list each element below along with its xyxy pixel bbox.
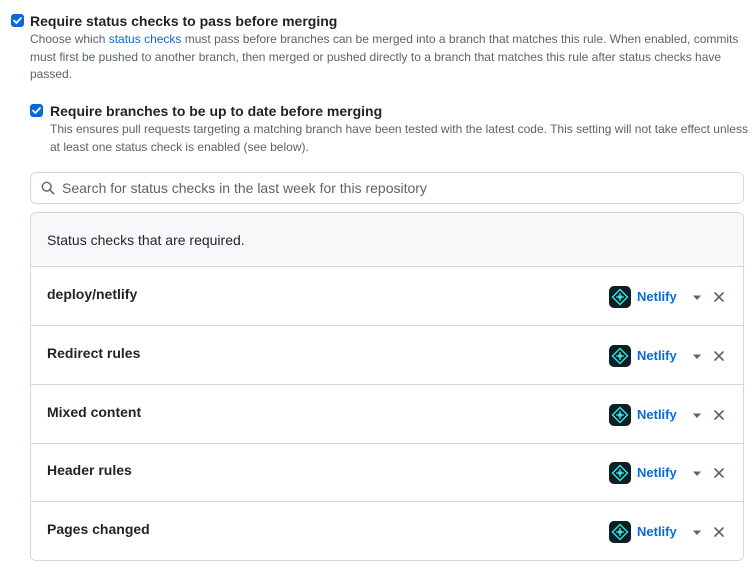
netlify-logo-icon: [609, 462, 631, 484]
check-name: Mixed content: [47, 404, 142, 420]
check-name: deploy/netlify: [47, 286, 138, 302]
netlify-logo-icon: [609, 345, 631, 367]
close-icon[interactable]: [712, 349, 726, 363]
required-checks-header-text: Status checks that are required.: [47, 232, 245, 248]
required-check-row: deploy/netlify Netlify: [31, 267, 743, 326]
search-icon: [41, 181, 55, 195]
require-up-to-date-title: Require branches to be up to date before…: [50, 103, 383, 119]
require-status-checks-title: Require status checks to pass before mer…: [30, 13, 338, 29]
checkmark-icon: [32, 107, 41, 114]
required-check-row: Mixed content Netlify: [31, 385, 743, 444]
check-name: Pages changed: [47, 521, 150, 537]
provider-name: Netlify: [637, 407, 677, 422]
required-checks-list: Status checks that are required. deploy/…: [30, 212, 744, 561]
required-check-row: Header rules Netlify: [31, 443, 743, 502]
close-icon[interactable]: [712, 408, 726, 422]
chevron-down-icon[interactable]: [691, 353, 703, 361]
checkmark-icon: [13, 17, 22, 24]
required-check-row: Pages changed Netlify: [31, 502, 743, 560]
require-up-to-date-checkbox[interactable]: [30, 104, 43, 117]
chevron-down-icon[interactable]: [691, 529, 703, 537]
netlify-logo-icon: [609, 521, 631, 543]
require-up-to-date-description: This ensures pull requests targeting a m…: [50, 122, 748, 154]
close-icon[interactable]: [712, 466, 726, 480]
require-status-checks-checkbox[interactable]: [11, 14, 24, 27]
provider-name: Netlify: [637, 348, 677, 363]
require-status-checks-description: Choose which status checks must pass bef…: [30, 32, 739, 81]
chevron-down-icon[interactable]: [691, 294, 703, 302]
required-checks-header: Status checks that are required.: [31, 213, 743, 267]
required-check-row: Redirect rules Netlify: [31, 326, 743, 385]
chevron-down-icon[interactable]: [691, 412, 703, 420]
provider-name: Netlify: [637, 465, 677, 480]
status-check-search[interactable]: [30, 172, 744, 204]
provider-name: Netlify: [637, 524, 677, 539]
chevron-down-icon[interactable]: [691, 470, 703, 478]
close-icon[interactable]: [712, 525, 726, 539]
check-name: Redirect rules: [47, 345, 141, 361]
search-input[interactable]: [62, 173, 732, 203]
status-checks-link[interactable]: status checks: [109, 32, 182, 46]
netlify-logo-icon: [609, 404, 631, 426]
netlify-logo-icon: [609, 286, 631, 308]
provider-name: Netlify: [637, 289, 677, 304]
close-icon[interactable]: [712, 290, 726, 304]
check-name: Header rules: [47, 462, 132, 478]
